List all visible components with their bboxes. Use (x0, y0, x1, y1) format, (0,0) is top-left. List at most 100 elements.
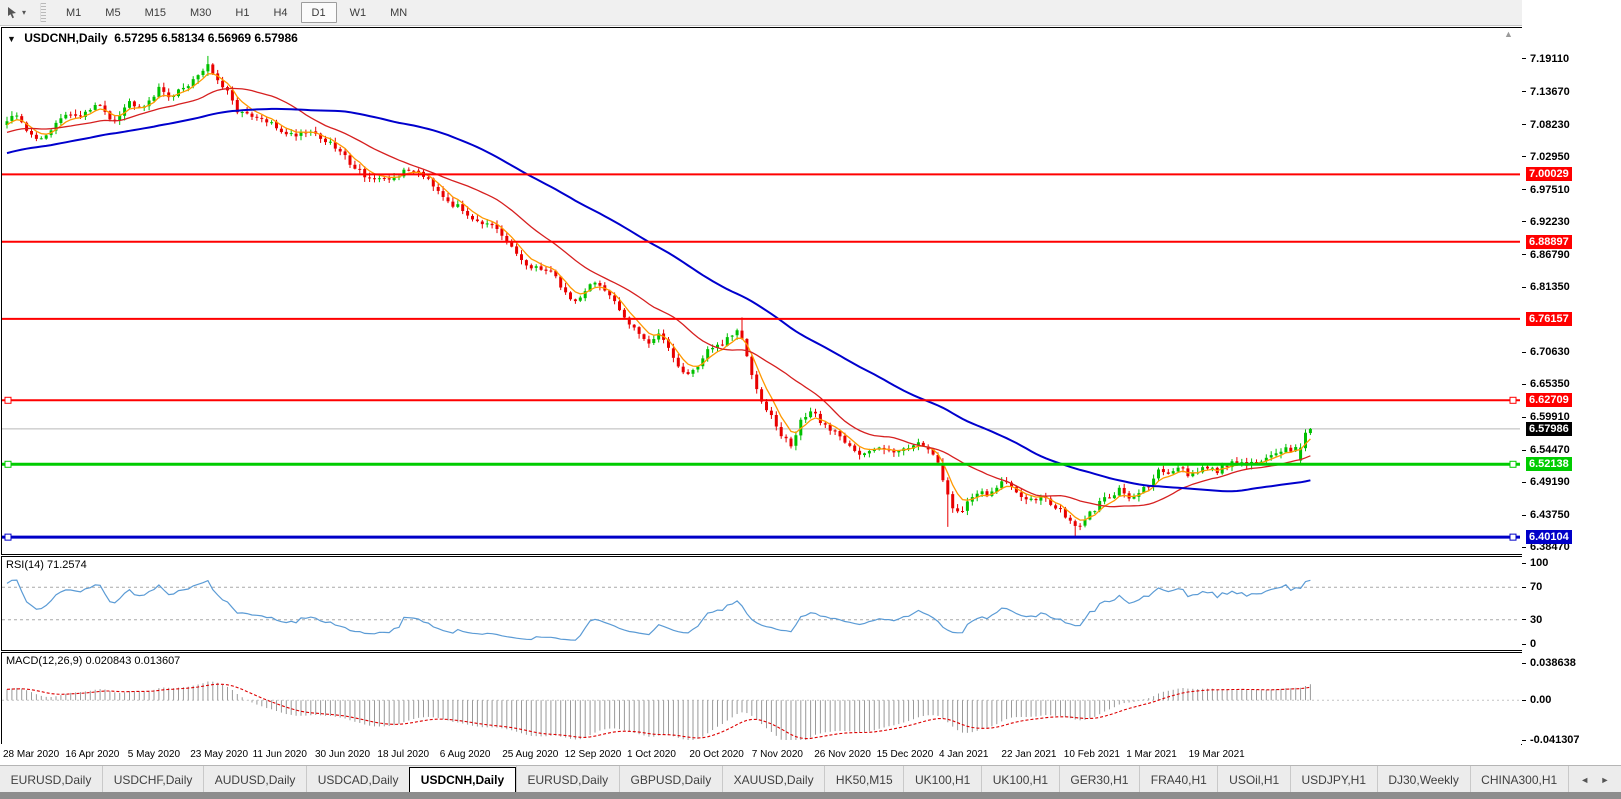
chart-shift-marker[interactable]: ▲ (1504, 29, 1513, 39)
axis-tick-label: 6.54470 (1522, 444, 1570, 456)
axis-tick-label: 6.49190 (1522, 476, 1570, 488)
axis-tick-label: 6.81350 (1522, 281, 1570, 293)
level-handle[interactable] (5, 534, 11, 540)
price-axis: 7.19110 7.13670 7.08230 7.02950 6.97510 6.922… (1522, 0, 1621, 764)
date-tick-label: 1 Oct 2020 (627, 749, 676, 760)
price-chart-panel[interactable] (1, 27, 1523, 555)
date-tick-label: 6 Aug 2020 (440, 749, 491, 760)
toolbar-grip[interactable] (40, 3, 46, 22)
price-tag-7.00029[interactable]: 7.00029 (1526, 167, 1572, 181)
tab-GBPUSD-Daily[interactable]: GBPUSD,Daily (619, 766, 722, 793)
timeframe-button-MN[interactable]: MN (379, 2, 418, 23)
axis-tick-label: 0.00 (1522, 694, 1551, 706)
tab-USDCAD-Daily[interactable]: USDCAD,Daily (306, 766, 409, 793)
timeframe-button-M30[interactable]: M30 (179, 2, 222, 23)
date-tick-label: 26 Nov 2020 (814, 749, 871, 760)
date-tick-label: 10 Feb 2021 (1064, 749, 1120, 760)
rsi-panel[interactable] (1, 556, 1523, 651)
axis-tick-label: 100 (1522, 557, 1548, 569)
tab-USDCHF-Daily[interactable]: USDCHF,Daily (102, 766, 203, 793)
axis-tick-label: 7.08230 (1522, 119, 1570, 131)
tab-USDJPY-H1[interactable]: USDJPY,H1 (1290, 766, 1377, 793)
date-tick-label: 30 Jun 2020 (315, 749, 370, 760)
rsi-indicator-label: RSI(14) 71.2574 (6, 559, 87, 571)
tab-UK100-H1[interactable]: UK100,H1 (981, 766, 1059, 793)
timeframe-button-D1[interactable]: D1 (301, 2, 337, 23)
rsi-chart[interactable] (2, 557, 1520, 648)
tab-USDCNH-Daily[interactable]: USDCNH,Daily (409, 767, 516, 793)
axis-tick-label: 6.92230 (1522, 216, 1570, 228)
timeframe-button-W1[interactable]: W1 (339, 2, 378, 23)
timeframe-button-M1[interactable]: M1 (55, 2, 92, 23)
price-tag-6.40104[interactable]: 6.40104 (1526, 530, 1572, 544)
chevron-down-icon[interactable]: ▾ (22, 8, 26, 17)
axis-tick-label: 0 (1522, 638, 1536, 650)
tab-FRA40-H1[interactable]: FRA40,H1 (1139, 766, 1217, 793)
date-tick-label: 4 Jan 2021 (939, 749, 989, 760)
timeframe-button-M5[interactable]: M5 (94, 2, 131, 23)
price-tag-6.52138[interactable]: 6.52138 (1526, 457, 1572, 471)
level-handle[interactable] (5, 461, 11, 467)
timeframe-button-M15[interactable]: M15 (134, 2, 177, 23)
axis-tick-label: 0.038638 (1522, 657, 1576, 669)
chart-tab-bar: EURUSD,DailyUSDCHF,DailyAUDUSD,DailyUSDC… (0, 765, 1621, 793)
axis-tick-label: 7.13670 (1522, 86, 1570, 98)
tab-AUDUSD-Daily[interactable]: AUDUSD,Daily (203, 766, 306, 793)
axis-tick-label: 6.86790 (1522, 249, 1570, 261)
level-handle[interactable] (1510, 534, 1516, 540)
timeframe-toolbar: ▾ M1M5M15M30H1H4D1W1MN (0, 0, 1621, 26)
tab-HK50-M15[interactable]: HK50,M15 (824, 766, 903, 793)
date-tick-label: 28 Mar 2020 (3, 749, 59, 760)
date-tick-label: 18 Jul 2020 (377, 749, 429, 760)
date-tick-label: 15 Dec 2020 (877, 749, 934, 760)
crosshair-cursor-icon (6, 6, 19, 19)
collapse-icon[interactable]: ▼ (7, 34, 16, 44)
level-handle[interactable] (1510, 461, 1516, 467)
axis-tick-label: 6.70630 (1522, 346, 1570, 358)
chart-ohlc-values: 6.57295 6.58134 6.56969 6.57986 (114, 31, 298, 45)
date-tick-label: 11 Jun 2020 (253, 749, 307, 760)
price-tag-6.88897[interactable]: 6.88897 (1526, 235, 1572, 249)
price-tag-6.62709[interactable]: 6.62709 (1526, 393, 1572, 407)
chart-symbol-label: USDCNH,Daily (24, 31, 107, 45)
tab-GER30-H1[interactable]: GER30,H1 (1059, 766, 1139, 793)
date-tick-label: 20 Oct 2020 (689, 749, 743, 760)
date-tick-label: 1 Mar 2021 (1126, 749, 1177, 760)
axis-tick-label: 6.65350 (1522, 378, 1570, 390)
candlestick-chart[interactable] (2, 28, 1520, 552)
tab-scroll-left-icon[interactable]: ◄ (1580, 775, 1589, 785)
axis-tick-label: 7.02950 (1522, 151, 1570, 163)
axis-tick-label: 70 (1522, 581, 1542, 593)
date-tick-label: 23 May 2020 (190, 749, 248, 760)
axis-tick-label: 6.43750 (1522, 509, 1570, 521)
axis-tick-label: 30 (1522, 614, 1542, 626)
tab-USOil-H1[interactable]: USOil,H1 (1217, 766, 1289, 793)
axis-tick-label: 7.19110 (1522, 53, 1569, 65)
tab-EURUSD-Daily[interactable]: EURUSD,Daily (0, 766, 102, 793)
tab-scroll-right-icon[interactable]: ► (1601, 775, 1610, 785)
chart-title: ▼ USDCNH,Daily 6.57295 6.58134 6.56969 6… (7, 31, 298, 45)
tab-DJ30-Weekly[interactable]: DJ30,Weekly (1377, 766, 1470, 793)
date-tick-label: 25 Aug 2020 (502, 749, 558, 760)
axis-tick-label: 6.97510 (1522, 184, 1570, 196)
level-handle[interactable] (5, 397, 11, 403)
axis-tick-label: -0.041307 (1522, 734, 1580, 746)
macd-panel[interactable] (1, 652, 1523, 745)
status-strip (0, 792, 1621, 799)
date-tick-label: 7 Nov 2020 (752, 749, 803, 760)
level-handle[interactable] (1510, 397, 1516, 403)
tab-UK100-H1[interactable]: UK100,H1 (903, 766, 981, 793)
date-axis: 28 Mar 2020 16 Apr 2020 5 May 2020 23 May 2… (1, 744, 1521, 764)
date-tick-label: 5 May 2020 (128, 749, 180, 760)
timeframe-button-H4[interactable]: H4 (262, 2, 298, 23)
date-tick-label: 12 Sep 2020 (565, 749, 622, 760)
price-tag-6.76157[interactable]: 6.76157 (1526, 312, 1572, 326)
tab-XAUUSD-Daily[interactable]: XAUUSD,Daily (722, 766, 824, 793)
current-price-tag: 6.57986 (1526, 422, 1572, 436)
timeframe-button-H1[interactable]: H1 (224, 2, 260, 23)
tab-CHINA300-H1[interactable]: CHINA300,H1 (1470, 766, 1568, 793)
macd-chart[interactable] (2, 653, 1520, 742)
cursor-tool-button[interactable]: ▾ (0, 6, 30, 19)
date-tick-label: 16 Apr 2020 (65, 749, 119, 760)
tab-EURUSD-Daily[interactable]: EURUSD,Daily (516, 766, 619, 793)
